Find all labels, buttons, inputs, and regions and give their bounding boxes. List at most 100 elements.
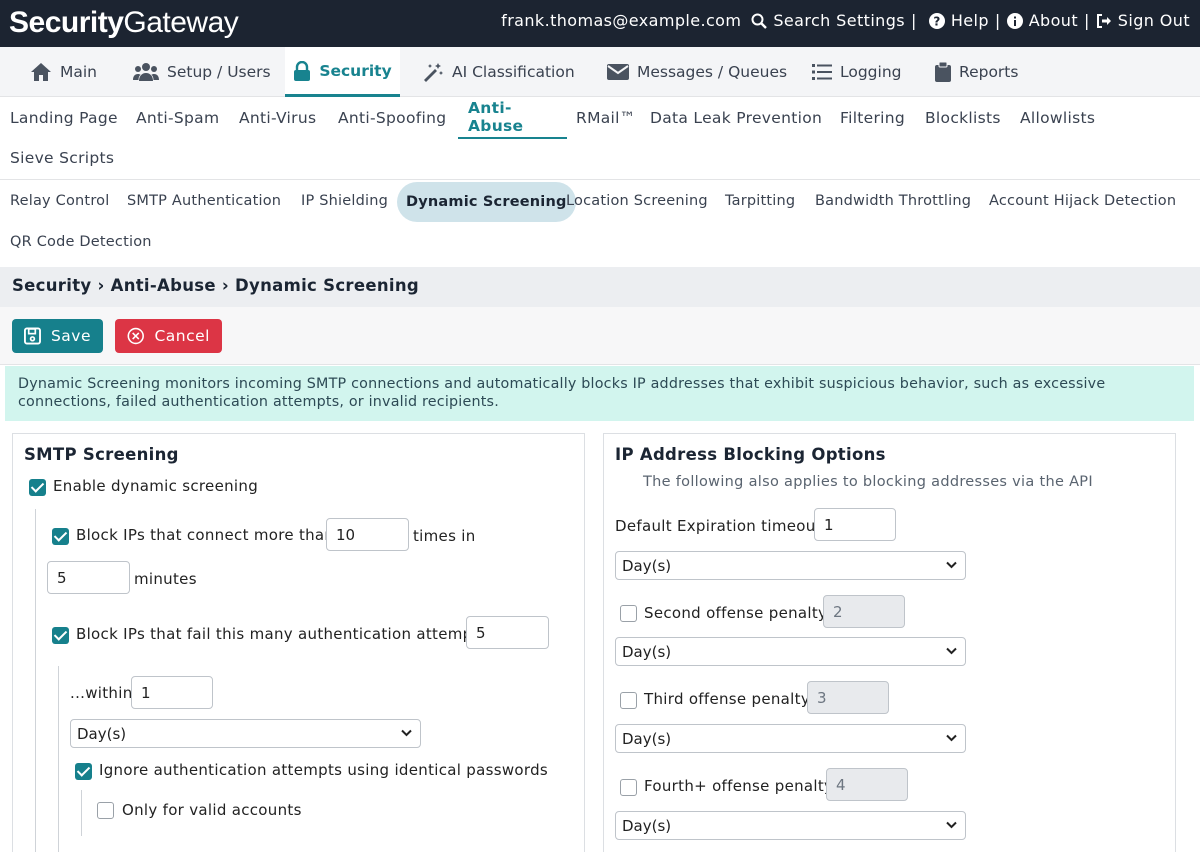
nav-security-label: Security — [319, 61, 392, 80]
subnav-allowlists[interactable]: Allowlists — [1020, 97, 1095, 139]
connect-minutes-input[interactable] — [47, 561, 130, 594]
subnav-anti-spoofing[interactable]: Anti-Spoofing — [338, 97, 446, 139]
breadcrumb-bar: Security › Anti-Abuse › Dynamic Screenin… — [0, 267, 1200, 307]
sign-out-label: Sign Out — [1117, 11, 1190, 30]
fourth-offense-unit-select[interactable]: Day(s) — [615, 811, 966, 840]
nav-setup-users[interactable]: Setup / Users — [133, 47, 271, 97]
action-toolbar: Save Cancel — [0, 307, 1200, 365]
tab-tarpitting[interactable]: Tarpitting — [725, 181, 795, 221]
nav-reports[interactable]: Reports — [935, 47, 1018, 97]
ignore-identical-passwords-checkbox[interactable] — [75, 763, 92, 780]
block-auth-fail-checkbox[interactable] — [52, 627, 69, 644]
save-button[interactable]: Save — [12, 319, 103, 353]
tab-smtp-authentication[interactable]: SMTP Authentication — [127, 181, 281, 221]
default-expiration-unit-select[interactable]: Day(s) — [615, 551, 966, 580]
second-offense-label: Second offense penalty — [644, 604, 828, 622]
smtp-screening-title: SMTP Screening — [24, 445, 179, 464]
nav-main-label: Main — [60, 63, 98, 81]
chevron-down-icon — [946, 734, 957, 742]
nav-ai-classification-label: AI Classification — [452, 63, 575, 81]
tab-qr-code-detection[interactable]: QR Code Detection — [10, 222, 152, 262]
nav-reports-label: Reports — [959, 63, 1019, 81]
tab-ip-shielding[interactable]: IP Shielding — [301, 181, 388, 221]
tab-account-hijack-detection[interactable]: Account Hijack Detection — [989, 181, 1176, 221]
fourth-offense-unit-value: Day(s) — [622, 816, 672, 835]
default-expiration-input[interactable] — [814, 508, 896, 541]
third-offense-label: Third offense penalty — [644, 690, 810, 708]
chevron-down-icon — [946, 647, 957, 655]
within-value-input[interactable] — [131, 676, 213, 709]
fourth-offense-input[interactable] — [826, 768, 908, 801]
nav-logging-label: Logging — [840, 63, 902, 81]
user-email-text: frank.thomas@example.com — [501, 11, 742, 30]
subnav-filtering[interactable]: Filtering — [840, 97, 905, 139]
help-label: Help — [950, 11, 989, 30]
nav-security[interactable]: Security — [285, 47, 400, 97]
nav-ai-classification[interactable]: AI Classification — [422, 47, 575, 97]
sign-out-link[interactable]: Sign Out — [1096, 11, 1190, 30]
list-icon — [812, 64, 832, 80]
third-offense-unit-select[interactable]: Day(s) — [615, 724, 966, 753]
info-message: Dynamic Screening monitors incoming SMTP… — [5, 366, 1194, 421]
enable-dynamic-screening-label: Enable dynamic screening — [53, 477, 259, 495]
close-circle-icon — [127, 327, 144, 345]
subnav-anti-abuse[interactable]: Anti-Abuse — [458, 97, 567, 139]
second-offense-checkbox[interactable] — [620, 605, 637, 622]
second-offense-input[interactable] — [823, 595, 905, 628]
subnav-data-leak-prevention[interactable]: Data Leak Prevention — [650, 97, 822, 139]
tab-relay-control[interactable]: Relay Control — [10, 181, 109, 221]
block-connect-checkbox[interactable] — [52, 528, 69, 545]
user-email[interactable]: frank.thomas@example.com — [501, 11, 741, 30]
tab-location-screening[interactable]: Location Screening — [566, 181, 708, 221]
subnav-blocklists[interactable]: Blocklists — [925, 97, 1001, 139]
subnav-landing-page[interactable]: Landing Page — [10, 97, 118, 139]
subnav-anti-spam[interactable]: Anti-Spam — [136, 97, 219, 139]
about-label: About — [1028, 11, 1078, 30]
nav-setup-users-label: Setup / Users — [167, 63, 271, 81]
only-valid-accounts-checkbox[interactable] — [97, 802, 114, 819]
subnav-rmail[interactable]: RMail™ — [576, 97, 636, 139]
top-bar: SecurityGateway frank.thomas@example.com… — [0, 0, 1200, 47]
fourth-offense-label: Fourth+ offense penalty — [644, 777, 834, 795]
smtp-screening-panel: SMTP Screening Enable dynamic screening … — [12, 433, 585, 852]
subnav-sieve-scripts[interactable]: Sieve Scripts — [10, 137, 114, 179]
block-connect-label: Block IPs that connect more than — [76, 526, 335, 544]
third-offense-checkbox[interactable] — [620, 692, 637, 709]
tab-bandwidth-throttling[interactable]: Bandwidth Throttling — [815, 181, 971, 221]
cancel-label: Cancel — [154, 327, 210, 345]
second-offense-unit-select[interactable]: Day(s) — [615, 637, 966, 666]
indent-guide — [35, 509, 36, 852]
connect-count-input[interactable] — [326, 518, 409, 551]
third-offense-unit-value: Day(s) — [622, 729, 672, 748]
brand-part1: Security — [9, 6, 124, 39]
within-unit-value: Day(s) — [77, 724, 127, 743]
indent-guide-3 — [81, 790, 82, 836]
save-icon — [24, 327, 41, 345]
help-link[interactable]: ? Help — [928, 11, 989, 30]
fourth-offense-checkbox[interactable] — [620, 779, 637, 796]
envelope-icon — [607, 64, 629, 80]
about-link[interactable]: About — [1006, 11, 1078, 30]
nav-logging[interactable]: Logging — [812, 47, 902, 97]
cancel-button[interactable]: Cancel — [115, 319, 222, 353]
brand-part2: Gateway — [123, 6, 239, 39]
magic-wand-icon — [424, 63, 443, 82]
minutes-label: minutes — [134, 570, 197, 588]
default-expiration-label: Default Expiration timeout — [615, 517, 822, 535]
times-in-label: times in — [413, 527, 476, 545]
within-unit-select[interactable]: Day(s) — [70, 719, 421, 748]
enable-dynamic-screening-checkbox[interactable] — [29, 479, 46, 496]
ignore-identical-passwords-label: Ignore authentication attempts using ide… — [99, 761, 549, 779]
nav-main[interactable]: Main — [30, 47, 97, 97]
subnav-anti-virus[interactable]: Anti-Virus — [239, 97, 316, 139]
brand-logo[interactable]: SecurityGateway — [9, 6, 239, 40]
nav-messages-queues[interactable]: Messages / Queues — [607, 47, 787, 97]
sub-nav: Landing Page Anti-Spam Anti-Virus Anti-S… — [0, 97, 1200, 180]
chevron-down-icon — [946, 561, 957, 569]
third-offense-input[interactable] — [807, 681, 889, 714]
auth-fail-count-input[interactable] — [466, 616, 549, 649]
tab-dynamic-screening[interactable]: Dynamic Screening — [397, 182, 576, 222]
search-settings-link[interactable]: Search Settings — [751, 11, 905, 30]
save-label: Save — [50, 327, 91, 345]
ip-blocking-panel: IP Address Blocking Options The followin… — [603, 433, 1176, 852]
